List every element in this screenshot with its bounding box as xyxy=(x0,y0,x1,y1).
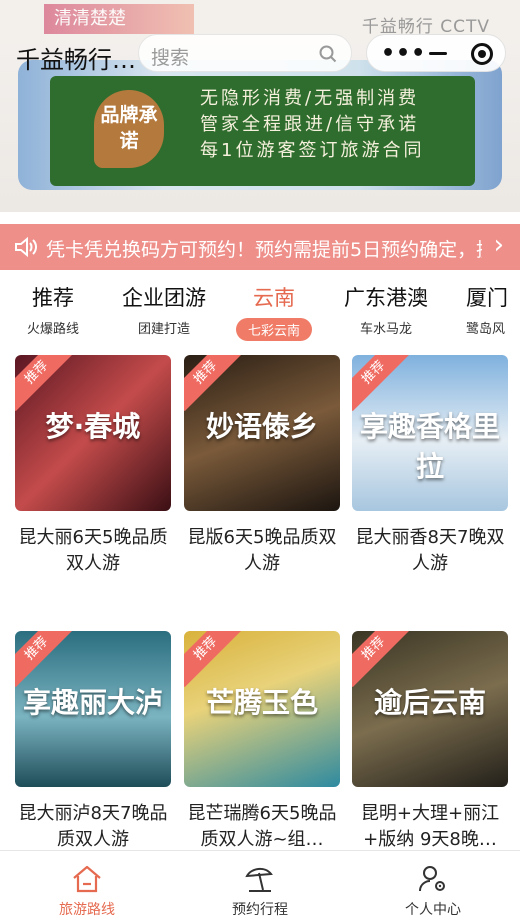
promise-line: 无隐形消费/无强制消费 xyxy=(200,88,420,109)
product-card[interactable]: 推荐 芒腾玉色 昆芒瑞腾6天5晚品质双人游~组… xyxy=(184,631,340,853)
close-icon[interactable] xyxy=(471,43,493,65)
product-title: 昆芒瑞腾6天5晚品质双人游~组… xyxy=(187,803,337,850)
brand-promise-badge: 品牌承诺 xyxy=(94,90,164,168)
product-card[interactable]: 推荐 妙语傣乡 昆版6天5晚品质双人游 xyxy=(184,355,340,577)
banner-tag: 清清楚楚 xyxy=(44,4,194,34)
product-image-text: 芒腾玉色 xyxy=(205,686,318,719)
tab-enterprise[interactable]: 企业团游 团建打造 xyxy=(112,282,216,337)
bottom-tabbar: 旅游路线 预约行程 个人中心 xyxy=(0,850,520,921)
user-settings-icon xyxy=(373,861,493,897)
tabbar-label: 个人中心 xyxy=(405,902,461,918)
product-title: 昆明+大理+丽江+版纳 9天8晚… xyxy=(360,803,500,850)
tabbar-label: 预约行程 xyxy=(232,902,288,918)
search-icon xyxy=(319,45,337,67)
product-image: 推荐 享趣香格里拉 xyxy=(352,355,508,511)
speaker-icon xyxy=(14,236,38,262)
tabbar-label: 旅游路线 xyxy=(59,902,115,918)
product-image: 推荐 妙语傣乡 xyxy=(184,355,340,511)
recommend-badge: 推荐 xyxy=(352,631,413,688)
promise-line: 管家全程跟进/信守承诺 xyxy=(200,114,420,135)
recommend-badge: 推荐 xyxy=(184,355,245,412)
tab-sub: 火爆路线 xyxy=(26,322,79,337)
search-input[interactable]: 搜索 xyxy=(138,34,352,72)
tabbar-booking[interactable]: 预约行程 xyxy=(200,861,320,919)
tab-sub: 鹭岛风 xyxy=(466,322,506,337)
beach-umbrella-icon xyxy=(200,861,320,897)
notice-bar[interactable]: 凭卡凭兑换码方可预约！预约需提前5日预约确定，提交资料 › xyxy=(0,224,520,270)
search-placeholder: 搜索 xyxy=(151,47,190,69)
tab-label: 广东港澳 xyxy=(344,286,428,310)
product-image: 推荐 芒腾玉色 xyxy=(184,631,340,787)
product-image-text: 妙语傣乡 xyxy=(205,410,318,443)
tab-label: 云南 xyxy=(253,286,295,310)
product-image: 推荐 享趣丽大泸 xyxy=(15,631,171,787)
recommend-badge: 推荐 xyxy=(352,355,413,412)
product-card[interactable]: 推荐 享趣丽大泸 昆大丽泸8天7晚品质双人游 xyxy=(15,631,171,853)
tab-xiamen[interactable]: 厦门 鹭岛风 xyxy=(466,282,520,337)
notice-text: 凭卡凭兑换码方可预约！预约需提前5日预约确定，提交资料 xyxy=(46,239,482,261)
tab-guangdong[interactable]: 广东港澳 车水马龙 xyxy=(334,282,438,337)
product-title: 昆版6天5晚品质双人游 xyxy=(187,527,337,574)
product-card[interactable]: 推荐 享趣香格里拉 昆大丽香8天7晚双人游 xyxy=(352,355,508,577)
recommend-badge: 推荐 xyxy=(184,631,245,688)
recommend-badge: 推荐 xyxy=(15,631,76,688)
chevron-right-icon[interactable]: › xyxy=(494,230,504,260)
tabbar-profile[interactable]: 个人中心 xyxy=(373,861,493,919)
home-icon xyxy=(27,861,147,897)
tab-sub: 车水马龙 xyxy=(359,322,412,337)
product-title: 昆大丽6天5晚品质双人游 xyxy=(18,527,168,574)
product-title: 昆大丽泸8天7晚品质双人游 xyxy=(18,803,168,850)
minimize-icon[interactable] xyxy=(429,52,447,55)
tab-sub: 团建打造 xyxy=(137,322,190,337)
category-tabs: 推荐 火爆路线 企业团游 团建打造 云南 七彩云南 广东港澳 车水马龙 厦门 鹭… xyxy=(0,282,520,344)
more-icon[interactable]: ••• xyxy=(381,41,426,66)
product-image: 推荐 逾后云南 xyxy=(352,631,508,787)
tab-sub: 七彩云南 xyxy=(235,318,312,341)
product-title: 昆大丽香8天7晚双人游 xyxy=(355,527,505,574)
top-banner[interactable]: 清清楚楚 千益畅行 CCTV 品牌承诺 无隐形消费/无强制消费 管家全程跟进/信… xyxy=(0,0,520,212)
product-card[interactable]: 推荐 梦·春城 昆大丽6天5晚品质双人游 xyxy=(15,355,171,577)
recommend-badge: 推荐 xyxy=(15,355,76,412)
tab-label: 厦门 xyxy=(466,286,508,310)
product-image-text: 梦·春城 xyxy=(45,410,141,443)
tabbar-routes[interactable]: 旅游路线 xyxy=(27,861,147,919)
product-image-text: 享趣香格里拉 xyxy=(359,410,500,483)
app-title: 千益畅行… xyxy=(16,46,136,74)
product-image-text: 逾后云南 xyxy=(373,686,486,719)
brand-promise-text: 无隐形消费/无强制消费 管家全程跟进/信守承诺 每1位游客签订旅游合同 xyxy=(200,86,470,164)
product-image-text: 享趣丽大泸 xyxy=(22,686,163,719)
tab-yunnan[interactable]: 云南 七彩云南 xyxy=(232,282,316,341)
tab-label: 企业团游 xyxy=(122,286,206,310)
tab-recommend[interactable]: 推荐 火爆路线 xyxy=(20,282,86,337)
tab-label: 推荐 xyxy=(32,286,74,310)
promise-line: 每1位游客签订旅游合同 xyxy=(200,140,425,161)
brand-promise-panel: 品牌承诺 无隐形消费/无强制消费 管家全程跟进/信守承诺 每1位游客签订旅游合同 xyxy=(50,76,475,186)
miniprogram-capsule: ••• xyxy=(366,34,506,72)
product-card[interactable]: 推荐 逾后云南 昆明+大理+丽江+版纳 9天8晚… xyxy=(352,631,508,853)
product-image: 推荐 梦·春城 xyxy=(15,355,171,511)
